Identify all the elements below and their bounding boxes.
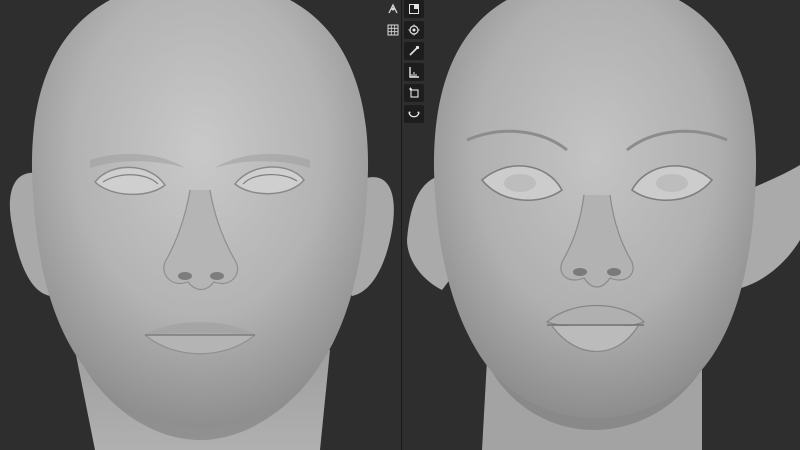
sculpt-workspace: [0, 0, 800, 450]
orientation-gizmo-icon[interactable]: [383, 0, 401, 18]
target-pivot-icon[interactable]: [404, 21, 424, 39]
add-primitive-icon[interactable]: [404, 84, 424, 102]
smooth-curve-icon[interactable]: [404, 105, 424, 123]
sculpt-brush-icon[interactable]: [404, 42, 424, 60]
base-head-sculpt: [9, 0, 394, 450]
measure-ruler-icon[interactable]: [404, 63, 424, 81]
right-tool-toolbar: [404, 0, 424, 123]
transform-cage-icon[interactable]: [404, 0, 424, 18]
grid-toggle-icon[interactable]: [383, 21, 401, 39]
detailed-elf-head-sculpt: [407, 0, 800, 450]
left-viewport[interactable]: [0, 0, 401, 450]
left-overlay-toolbar: [383, 0, 401, 39]
right-viewport[interactable]: [402, 0, 800, 450]
